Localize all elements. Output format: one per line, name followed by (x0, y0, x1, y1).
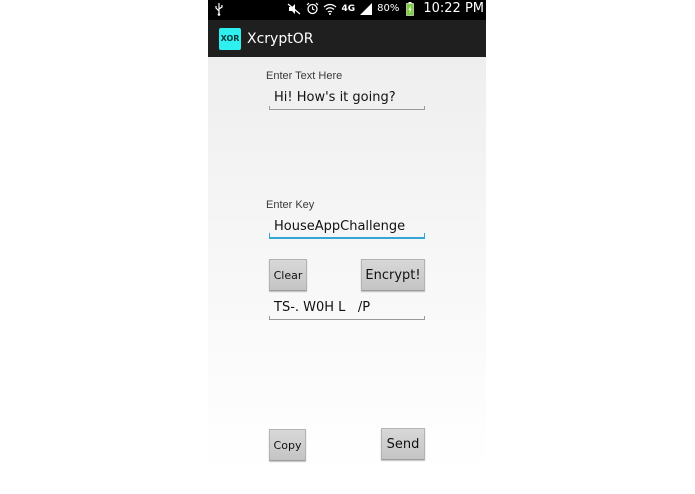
battery-icon (403, 1, 417, 16)
usb-icon (212, 2, 226, 16)
encrypt-button[interactable]: Encrypt! (361, 259, 425, 291)
app-title: XcryptOR (247, 30, 314, 47)
send-button[interactable]: Send (381, 428, 425, 460)
text-label: Enter Text Here (266, 70, 343, 82)
phone-screen: 4G 80% 10:22 PM XOR XcryptOR Enter Text … (208, 0, 486, 470)
action-bar: XOR XcryptOR (208, 20, 486, 57)
wifi-icon (323, 2, 337, 16)
copy-button[interactable]: Copy (269, 429, 306, 461)
clock: 10:22 PM (423, 1, 484, 16)
output-field[interactable]: TS-. W0H L /P (269, 296, 425, 320)
alarm-icon (305, 2, 319, 16)
status-bar: 4G 80% 10:22 PM (208, 0, 486, 20)
app-logo[interactable]: XOR (219, 27, 241, 50)
clear-button[interactable]: Clear (269, 259, 307, 291)
mute-icon (287, 2, 301, 16)
network-4g-icon: 4G (341, 3, 356, 14)
signal-icon (359, 2, 373, 16)
key-input[interactable]: HouseAppChallenge (269, 215, 425, 239)
text-input[interactable]: Hi! How's it going? (269, 86, 425, 110)
battery-percent: 80% (377, 3, 400, 14)
key-label: Enter Key (266, 199, 315, 211)
